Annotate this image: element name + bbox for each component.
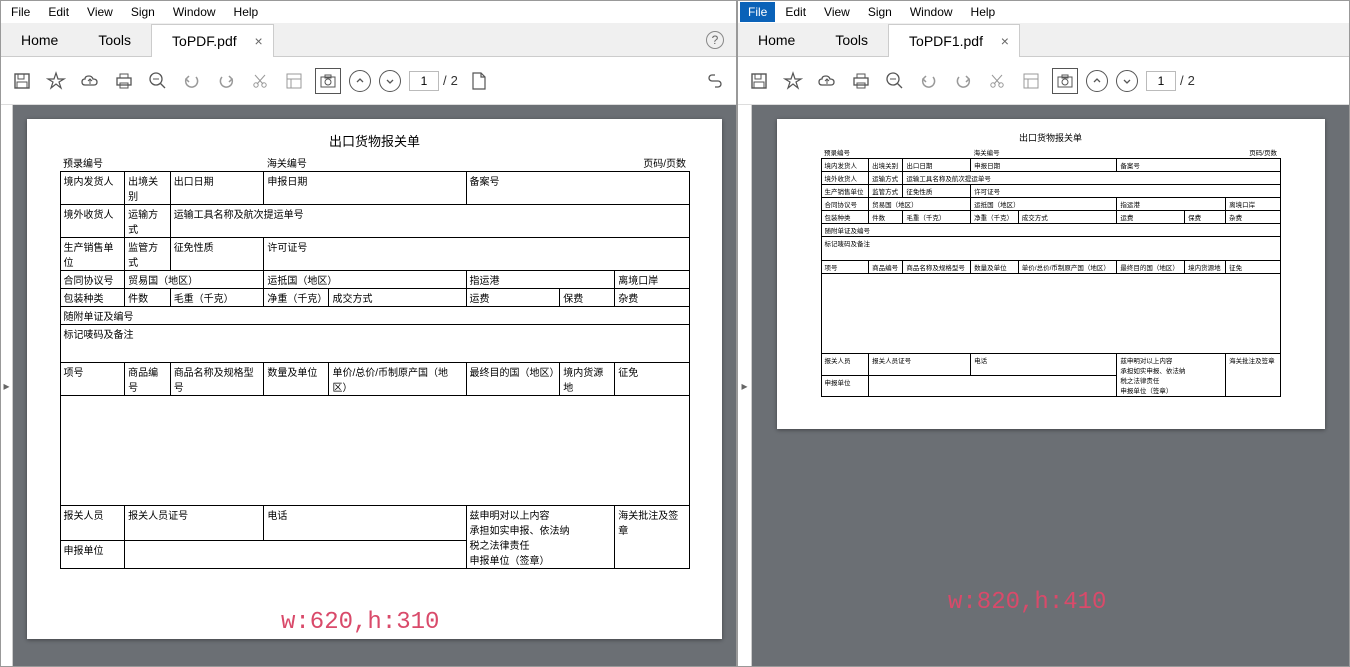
menubar: File Edit View Sign Window Help: [738, 1, 1349, 23]
page-indicator: / 2: [409, 71, 458, 91]
menu-sign[interactable]: Sign: [860, 2, 900, 22]
page-indicator: / 2: [1146, 71, 1195, 91]
cloud-icon[interactable]: [77, 68, 103, 94]
tab-document[interactable]: ToPDF.pdf ×: [151, 24, 274, 57]
content-area: ▸ 出口货物报关单 预录编号海关编号页码/页数 境内发货人出境关别出口日期申报日…: [738, 105, 1349, 666]
menu-file[interactable]: File: [3, 2, 38, 22]
page-layout-icon[interactable]: [1018, 68, 1044, 94]
menu-help[interactable]: Help: [226, 2, 267, 22]
tab-tools[interactable]: Tools: [78, 24, 151, 56]
form-title: 出口货物报关单: [329, 131, 420, 150]
tab-document-label: ToPDF1.pdf: [909, 33, 983, 49]
undo-icon[interactable]: [916, 68, 942, 94]
undo-icon[interactable]: [179, 68, 205, 94]
redo-icon[interactable]: [213, 68, 239, 94]
cut-icon[interactable]: [984, 68, 1010, 94]
zoom-out-icon[interactable]: [145, 68, 171, 94]
page-down-icon[interactable]: [379, 70, 401, 92]
page-current-input[interactable]: [409, 71, 439, 91]
sidebar-handle[interactable]: ▸: [1, 105, 13, 666]
cut-icon[interactable]: [247, 68, 273, 94]
dimension-annotation: w:620,h:310: [281, 609, 439, 636]
customs-form: 预录编号海关编号页码/页数 境内发货人出境关别出口日期申报日期备案号 境外收货人…: [821, 146, 1281, 397]
menu-file[interactable]: File: [740, 2, 775, 22]
dimension-annotation: w:820,h:410: [948, 589, 1106, 616]
star-icon[interactable]: [43, 68, 69, 94]
menu-view[interactable]: View: [816, 2, 858, 22]
cloud-icon[interactable]: [814, 68, 840, 94]
menu-edit[interactable]: Edit: [777, 2, 814, 22]
snapshot-icon[interactable]: [1052, 68, 1078, 94]
sidebar-handle[interactable]: ▸: [738, 105, 752, 666]
page-sep: /: [443, 73, 447, 88]
menu-help[interactable]: Help: [963, 2, 1004, 22]
customs-form: 预录编号海关编号页码/页数 境内发货人出境关别出口日期申报日期备案号 境外收货人…: [60, 154, 690, 569]
toolbar: / 2: [738, 57, 1349, 105]
save-icon[interactable]: [9, 68, 35, 94]
link-icon[interactable]: [702, 68, 728, 94]
page-icon[interactable]: [466, 68, 492, 94]
pdf-window-left: File Edit View Sign Window Help Home Too…: [0, 0, 737, 667]
page-viewport[interactable]: 出口货物报关单 预录编号海关编号页码/页数 境内发货人出境关别出口日期申报日期备…: [13, 105, 736, 666]
save-icon[interactable]: [746, 68, 772, 94]
tab-document-label: ToPDF.pdf: [172, 33, 237, 49]
star-icon[interactable]: [780, 68, 806, 94]
close-icon[interactable]: ×: [1001, 33, 1009, 49]
pdf-page: 出口货物报关单 预录编号海关编号页码/页数 境内发货人出境关别出口日期申报日期备…: [777, 119, 1325, 429]
pdf-page: 出口货物报关单 预录编号海关编号页码/页数 境内发货人出境关别出口日期申报日期备…: [27, 119, 722, 639]
form-title: 出口货物报关单: [1019, 131, 1082, 144]
page-layout-icon[interactable]: [281, 68, 307, 94]
pdf-window-right: File Edit View Sign Window Help Home Too…: [737, 0, 1350, 667]
tab-home[interactable]: Home: [738, 24, 815, 56]
redo-icon[interactable]: [950, 68, 976, 94]
page-up-icon[interactable]: [1086, 70, 1108, 92]
tab-home[interactable]: Home: [1, 24, 78, 56]
close-icon[interactable]: ×: [254, 33, 262, 49]
tab-bar: Home Tools ToPDF1.pdf ×: [738, 23, 1349, 57]
page-up-icon[interactable]: [349, 70, 371, 92]
print-icon[interactable]: [111, 68, 137, 94]
menu-window[interactable]: Window: [165, 2, 224, 22]
page-total: 2: [1188, 73, 1195, 88]
tab-document[interactable]: ToPDF1.pdf ×: [888, 24, 1020, 57]
tab-bar: Home Tools ToPDF.pdf × ?: [1, 23, 736, 57]
menu-sign[interactable]: Sign: [123, 2, 163, 22]
page-sep: /: [1180, 73, 1184, 88]
page-total: 2: [451, 73, 458, 88]
menu-window[interactable]: Window: [902, 2, 961, 22]
content-area: ▸ 出口货物报关单 预录编号海关编号页码/页数 境内发货人出境关别出口日期申报日…: [1, 105, 736, 666]
page-down-icon[interactable]: [1116, 70, 1138, 92]
snapshot-icon[interactable]: [315, 68, 341, 94]
menu-view[interactable]: View: [79, 2, 121, 22]
page-current-input[interactable]: [1146, 71, 1176, 91]
menubar: File Edit View Sign Window Help: [1, 1, 736, 23]
tab-tools[interactable]: Tools: [815, 24, 888, 56]
help-icon[interactable]: ?: [706, 31, 724, 49]
zoom-out-icon[interactable]: [882, 68, 908, 94]
toolbar: / 2: [1, 57, 736, 105]
print-icon[interactable]: [848, 68, 874, 94]
menu-edit[interactable]: Edit: [40, 2, 77, 22]
page-viewport[interactable]: 出口货物报关单 预录编号海关编号页码/页数 境内发货人出境关别出口日期申报日期备…: [752, 105, 1349, 666]
